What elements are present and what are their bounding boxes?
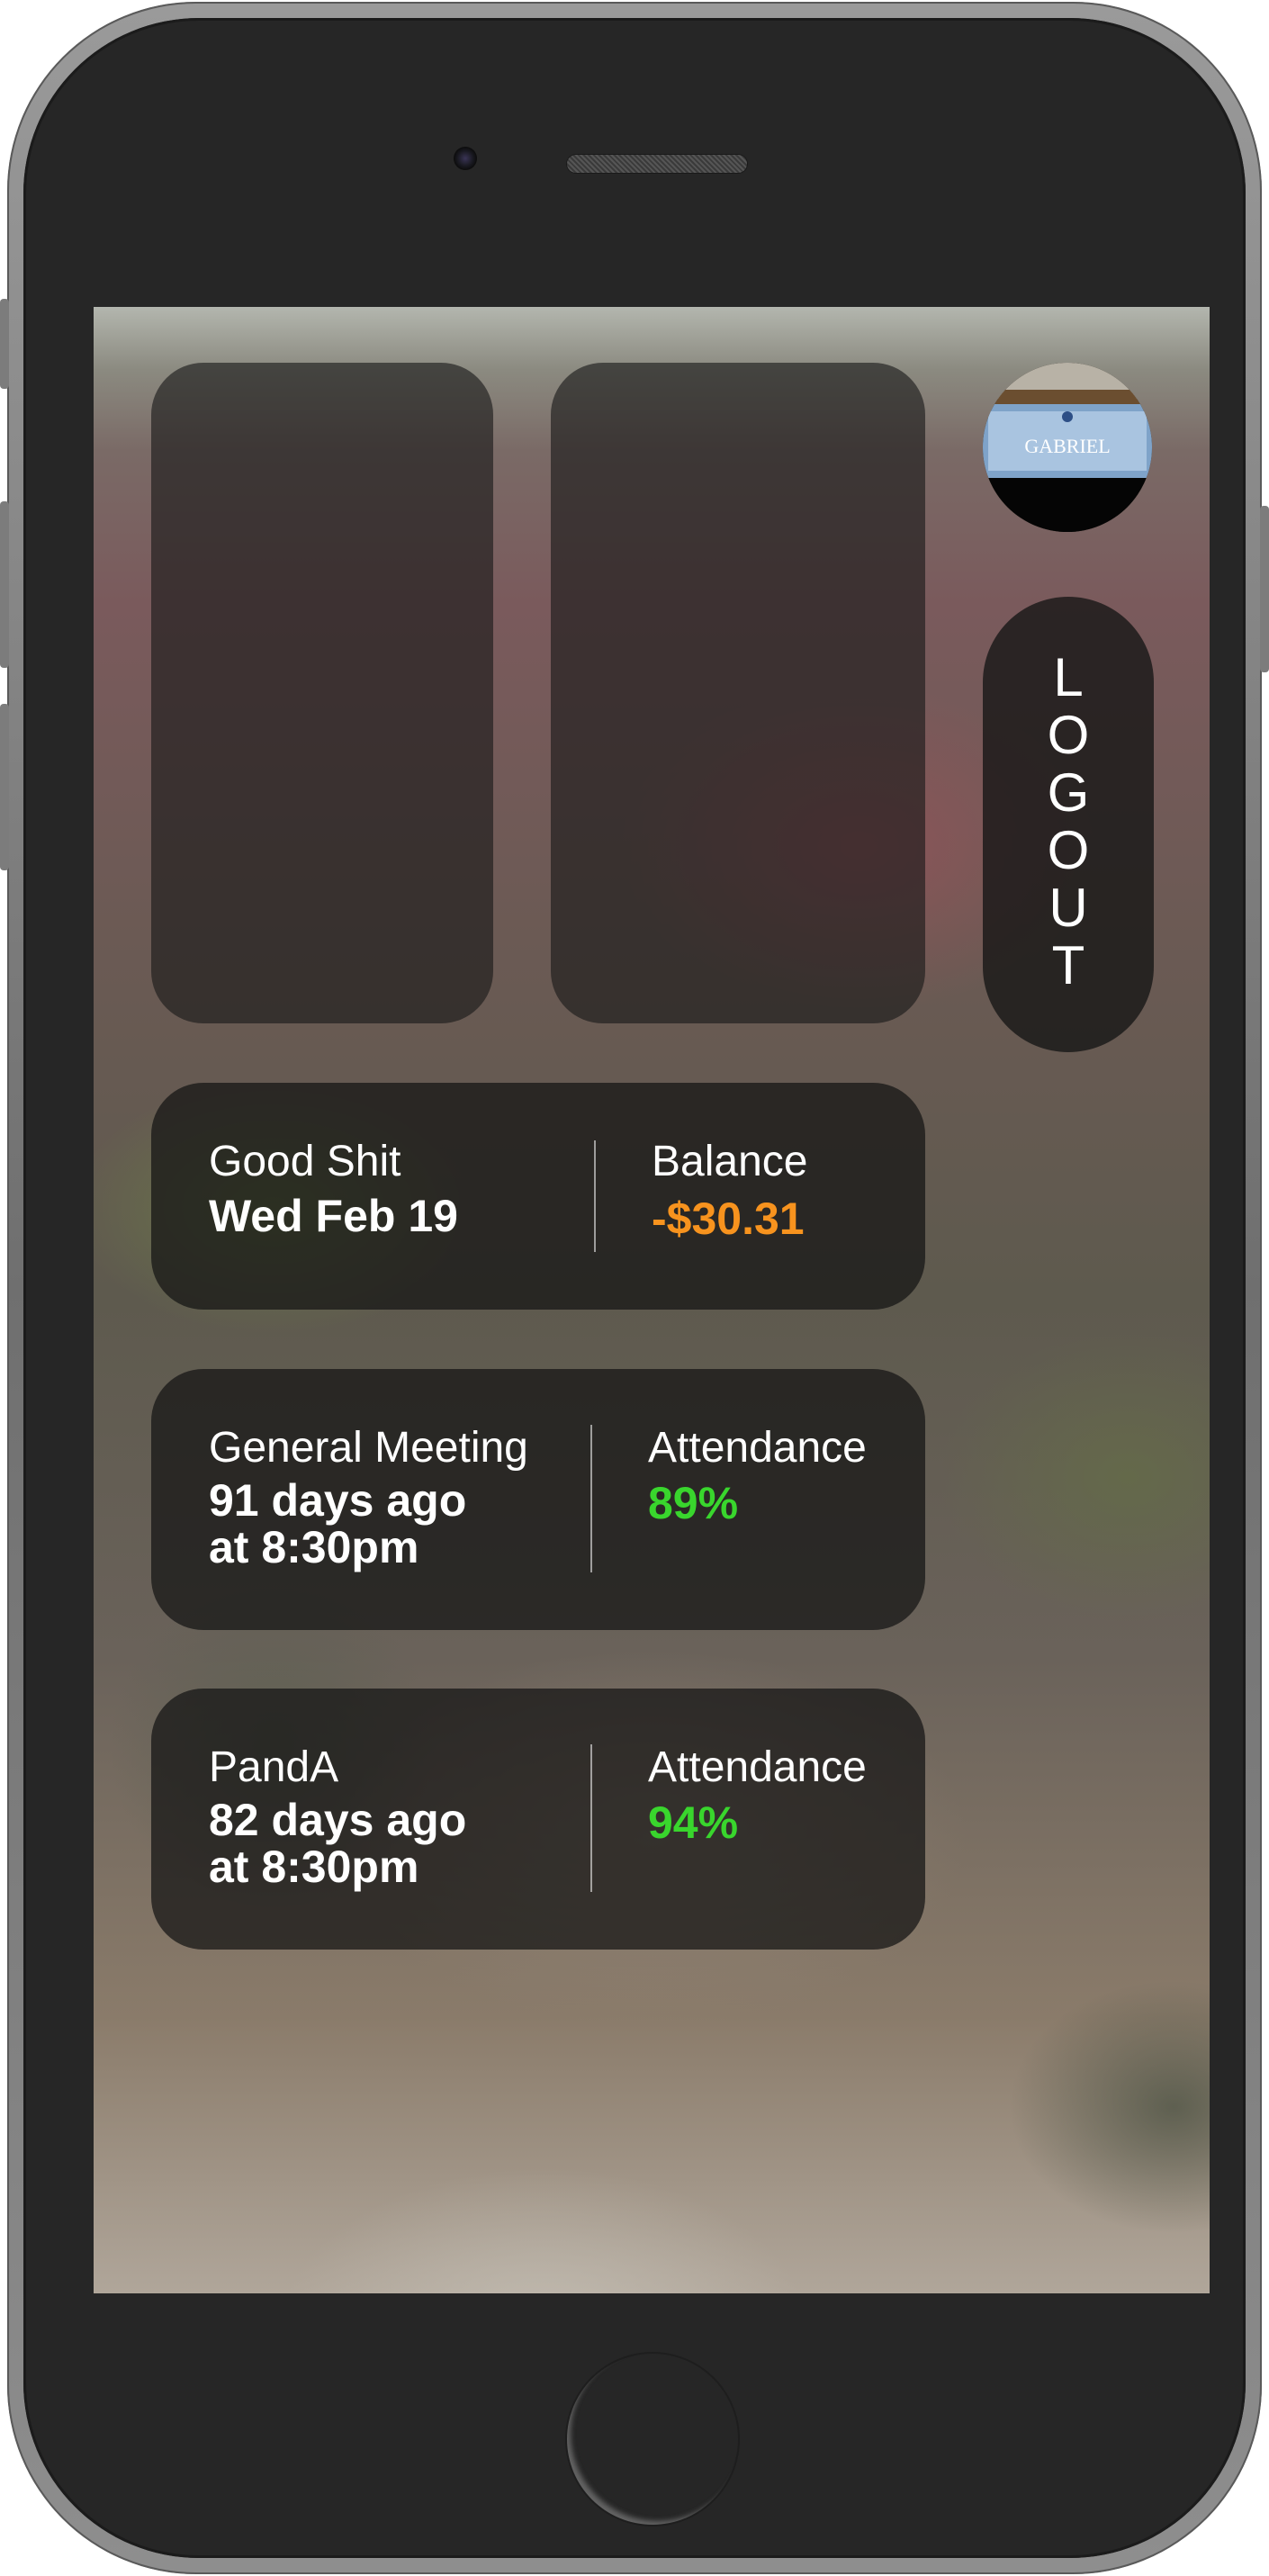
- app-screen: GABRIEL L O G O U T Good Shit Wed Feb 19…: [94, 307, 1210, 2293]
- balance-label: Balance: [652, 1138, 808, 1185]
- card-divider: [590, 1425, 592, 1572]
- speaker-grille: [567, 155, 747, 173]
- attendance-value: 94%: [648, 1797, 739, 1848]
- power-button: [1260, 506, 1269, 672]
- front-camera-icon: [454, 147, 477, 170]
- event-time: 82 days ago at 8:30pm: [209, 1795, 467, 1892]
- event-name: PandA: [209, 1743, 339, 1791]
- logout-button[interactable]: L O G O U T: [983, 597, 1154, 1052]
- event-card-good-shit[interactable]: Good Shit Wed Feb 19 Balance -$30.31: [151, 1083, 925, 1310]
- storefront-sign-icon: GABRIEL: [983, 363, 1152, 532]
- phone-frame: GABRIEL L O G O U T Good Shit Wed Feb 19…: [0, 2, 1269, 2574]
- event-date: Wed Feb 19: [209, 1191, 458, 1241]
- widget-panel-left[interactable]: [151, 363, 493, 1023]
- event-card-general-meeting[interactable]: General Meeting 91 days ago at 8:30pm At…: [151, 1369, 925, 1630]
- logout-label: L O G O U T: [1047, 647, 1090, 995]
- balance-value: -$30.31: [652, 1193, 805, 1244]
- event-time: 91 days ago at 8:30pm: [209, 1475, 467, 1572]
- event-card-panda[interactable]: PandA 82 days ago at 8:30pm Attendance 9…: [151, 1689, 925, 1950]
- event-name: General Meeting: [209, 1424, 528, 1472]
- attendance-label: Attendance: [648, 1424, 867, 1472]
- phone-face: GABRIEL L O G O U T Good Shit Wed Feb 19…: [23, 18, 1246, 2558]
- home-button[interactable]: [567, 2354, 738, 2525]
- volume-up-button: [0, 501, 9, 668]
- profile-avatar[interactable]: GABRIEL: [983, 363, 1152, 532]
- mute-switch: [0, 299, 9, 389]
- volume-down-button: [0, 704, 9, 870]
- avatar-sign-text: GABRIEL: [1024, 435, 1110, 457]
- attendance-label: Attendance: [648, 1743, 867, 1791]
- card-divider: [590, 1744, 592, 1892]
- attendance-value: 89%: [648, 1478, 739, 1528]
- widget-panel-right[interactable]: [551, 363, 925, 1023]
- event-name: Good Shit: [209, 1138, 401, 1185]
- card-divider: [594, 1140, 596, 1252]
